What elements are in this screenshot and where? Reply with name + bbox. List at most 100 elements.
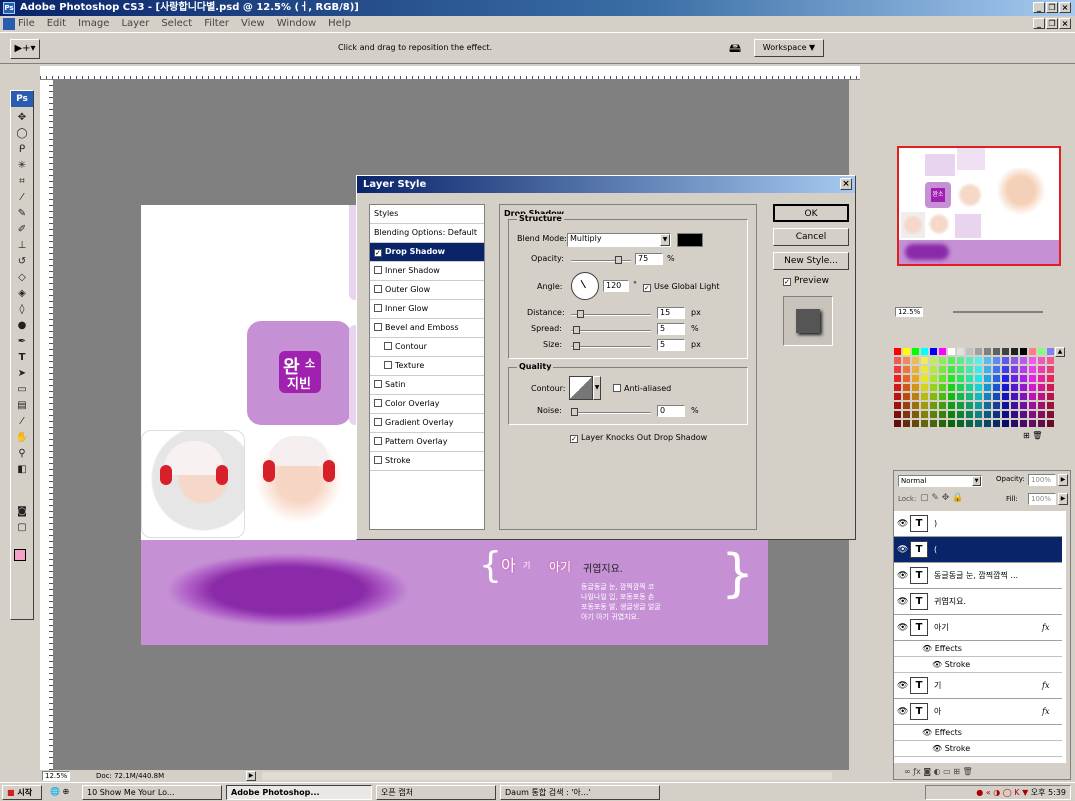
swatch-grid[interactable] (893, 347, 1055, 429)
color-swatch[interactable] (893, 383, 902, 392)
size-slider[interactable] (571, 342, 651, 350)
taskbar-item-daum[interactable]: Daum 통합 검색 : '아...' (500, 785, 660, 800)
taskbar-item-music[interactable]: 10 Show Me Your Lo... (82, 785, 222, 800)
restore-button[interactable]: ❐ (1046, 2, 1058, 13)
stroke-checkbox[interactable] (374, 456, 382, 464)
angle-dial[interactable] (571, 272, 599, 300)
status-menu-icon[interactable]: ▶ (246, 771, 256, 781)
layer-row[interactable]: 👁 T 아기 fx (894, 615, 1062, 641)
color-swatch[interactable] (983, 401, 992, 410)
color-swatch[interactable] (1028, 410, 1037, 419)
color-swatch[interactable] (947, 392, 956, 401)
noise-input[interactable]: 0 (657, 405, 685, 417)
color-swatch[interactable] (1037, 392, 1046, 401)
color-swatch[interactable] (920, 356, 929, 365)
color-swatch[interactable] (992, 374, 1001, 383)
color-swatch[interactable] (902, 365, 911, 374)
move-tool-icon[interactable]: ✥ (13, 111, 31, 125)
anti-aliased-checkbox[interactable] (613, 384, 621, 392)
color-swatch[interactable] (956, 392, 965, 401)
color-swatch[interactable] (1046, 419, 1055, 428)
bevel-emboss-checkbox[interactable] (374, 323, 382, 331)
eye-icon[interactable]: 👁 (922, 644, 935, 653)
color-swatch[interactable] (956, 410, 965, 419)
color-swatch[interactable] (1037, 410, 1046, 419)
color-swatch[interactable] (1046, 383, 1055, 392)
layer-row[interactable]: 👁 T 동글동글 눈, 깜찍깜찍 ... (894, 563, 1062, 589)
color-swatch[interactable] (1037, 401, 1046, 410)
layer-row[interactable]: 👁 T 아 fx (894, 699, 1062, 725)
color-swatch[interactable] (920, 419, 929, 428)
color-swatch[interactable] (893, 410, 902, 419)
layer-row[interactable]: 👁 T 기 fx (894, 673, 1062, 699)
opacity-slider-knob[interactable] (615, 256, 622, 264)
spread-slider-knob[interactable] (573, 326, 580, 334)
color-swatch[interactable] (938, 374, 947, 383)
outer-glow-checkbox[interactable] (374, 285, 382, 293)
workspace-menu[interactable]: Workspace ▼ (754, 39, 824, 57)
color-swatch[interactable] (902, 401, 911, 410)
color-swatch[interactable] (1010, 419, 1019, 428)
preview-checkbox[interactable]: ✓ (783, 278, 791, 286)
fill-arrow-icon[interactable]: ▶ (1058, 493, 1068, 505)
color-swatch[interactable] (1028, 383, 1037, 392)
menu-layer[interactable]: Layer (121, 16, 149, 32)
opacity-input[interactable]: 75 (635, 253, 663, 265)
color-swatch[interactable] (938, 383, 947, 392)
knockout-checkbox[interactable]: ✓ (570, 435, 578, 443)
color-swatch[interactable] (974, 401, 983, 410)
spread-input[interactable]: 5 (657, 323, 685, 335)
color-swatch[interactable] (965, 392, 974, 401)
bucket-tool-icon[interactable]: ◈ (13, 287, 31, 301)
color-swatch[interactable] (947, 410, 956, 419)
link-icon[interactable]: ∞ (904, 767, 913, 776)
zoom-field[interactable]: 12.5% (42, 771, 70, 781)
color-swatch[interactable] (1019, 374, 1028, 383)
menu-help[interactable]: Help (328, 16, 351, 32)
color-swatch[interactable] (974, 383, 983, 392)
shape-tool-icon[interactable]: ▭ (13, 383, 31, 397)
color-swatch[interactable] (947, 356, 956, 365)
color-swatch[interactable] (902, 383, 911, 392)
menu-image[interactable]: Image (78, 16, 109, 32)
start-button[interactable]: ■ 시작 (2, 785, 42, 800)
color-swatch[interactable] (965, 365, 974, 374)
color-swatch[interactable] (974, 374, 983, 383)
color-swatch[interactable] (956, 347, 965, 356)
color-swatch[interactable] (1001, 365, 1010, 374)
outer-glow-item[interactable]: Outer Glow (370, 281, 484, 300)
color-swatch[interactable] (1046, 392, 1055, 401)
color-swatch[interactable] (974, 347, 983, 356)
color-swatch[interactable] (947, 419, 956, 428)
color-swatch[interactable] (893, 401, 902, 410)
color-swatch[interactable] (983, 419, 992, 428)
color-swatch[interactable] (893, 392, 902, 401)
stroke-effect-row[interactable]: 👁 Stroke (894, 741, 1062, 757)
history-brush-icon[interactable]: ↺ (13, 255, 31, 269)
zoom-tool-icon[interactable]: ⚲ (13, 447, 31, 461)
texture-checkbox[interactable] (384, 361, 392, 369)
color-swatch[interactable] (929, 374, 938, 383)
color-overlay-checkbox[interactable] (374, 399, 382, 407)
color-swatch[interactable] (974, 356, 983, 365)
color-swatch[interactable] (911, 374, 920, 383)
color-swatch[interactable] (965, 401, 974, 410)
eye-icon[interactable]: 👁 (897, 673, 908, 699)
color-swatch[interactable] (1046, 347, 1055, 356)
color-swatch[interactable] (1010, 356, 1019, 365)
color-swatch[interactable] (1019, 356, 1028, 365)
color-swatch[interactable] (983, 392, 992, 401)
color-swatch[interactable] (983, 356, 992, 365)
color-swatch[interactable] (956, 419, 965, 428)
color-swatch[interactable] (947, 365, 956, 374)
quick-launch-icons[interactable]: 🌐 ⊕ (46, 785, 76, 800)
color-swatch[interactable] (1019, 401, 1028, 410)
color-swatch[interactable] (956, 365, 965, 374)
preview-option[interactable]: ✓ Preview (783, 276, 829, 286)
knockout-option[interactable]: ✓ Layer Knocks Out Drop Shadow (570, 433, 707, 443)
quick-mask-icon[interactable]: ◙ (13, 505, 31, 519)
color-swatch[interactable] (929, 419, 938, 428)
dodge-tool-icon[interactable]: ● (13, 319, 31, 333)
color-swatch[interactable] (956, 356, 965, 365)
color-swatch[interactable] (938, 356, 947, 365)
